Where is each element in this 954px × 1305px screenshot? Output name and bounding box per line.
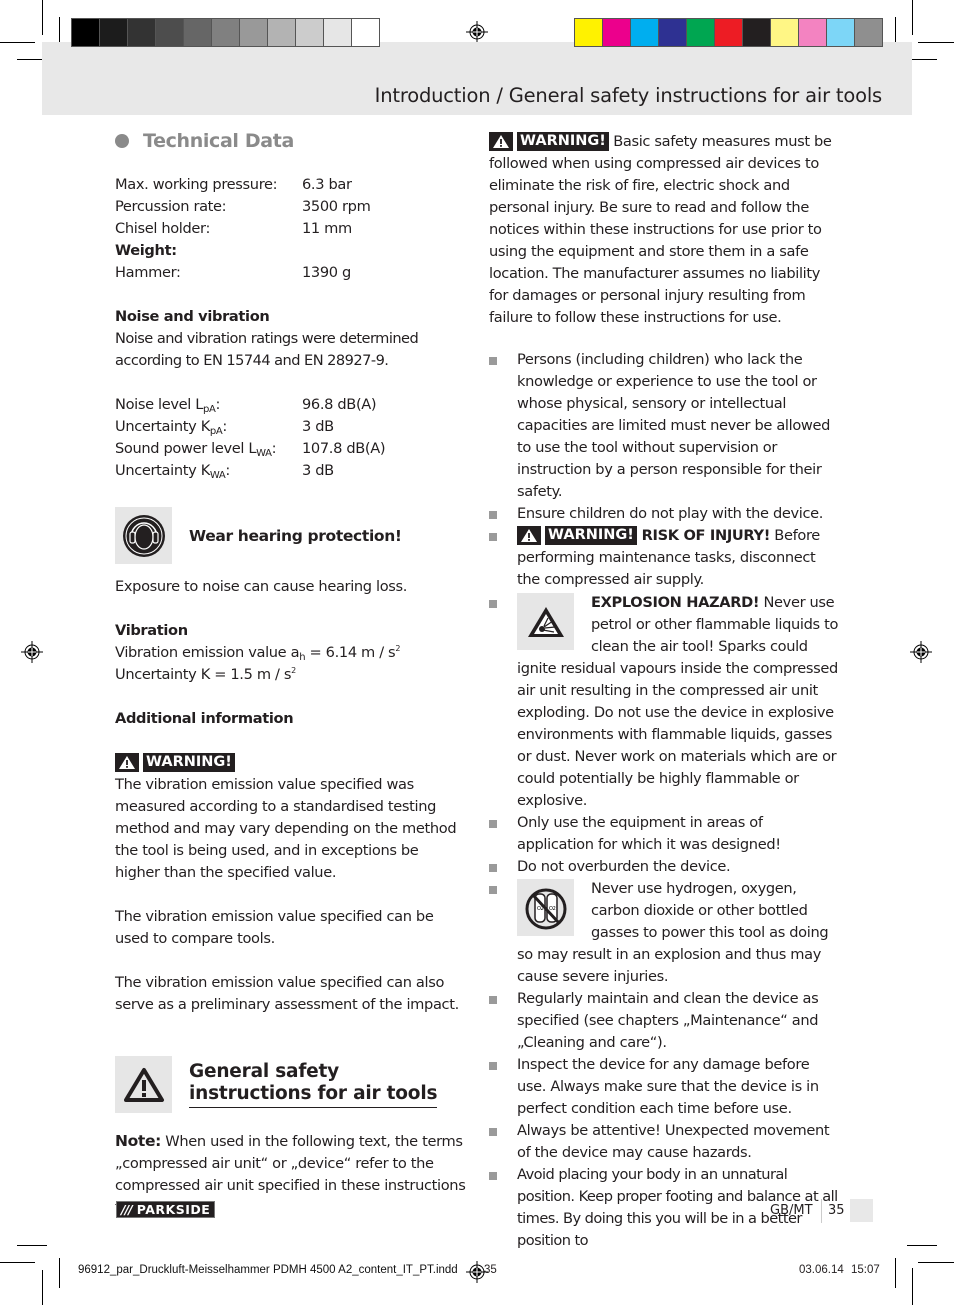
safety-bullet: Do not overburden the device. <box>489 856 841 878</box>
vibration-value: Vibration emission value ah = 6.14 m / s… <box>115 644 401 663</box>
explosion-hazard-icon <box>517 593 574 650</box>
color-swatch <box>128 19 155 46</box>
color-swatch <box>827 19 854 46</box>
color-swatch <box>687 19 714 46</box>
noise-row: Uncertainty KpA: 3 dB <box>115 418 334 437</box>
crop-mark <box>42 0 43 35</box>
safety-bullet: Only use the equipment in areas of appli… <box>489 812 841 856</box>
additional-paragraph: The vibration emission value specified w… <box>115 776 457 881</box>
color-swatch <box>631 19 658 46</box>
safety-bullet: EXPLOSION HAZARD! Never use petrol or ot… <box>489 592 841 812</box>
page-number: 35 <box>828 1203 845 1218</box>
crop-mark <box>918 42 954 43</box>
warning-badge: WARNING! <box>489 132 609 151</box>
warning-triangle-icon <box>115 1056 172 1113</box>
warning-paragraph: WARNING! Basic safety measures must be f… <box>489 132 832 326</box>
spec-row: Percussion rate: 3500 rpm <box>115 198 371 215</box>
warning-badge: WARNING! <box>517 526 637 545</box>
noise-heading: Noise and vibration <box>115 308 270 325</box>
color-swatch <box>156 19 183 46</box>
color-swatch <box>743 19 770 46</box>
slug-filename: 96912_par_Druckluft-Meisselhammer PDMH 4… <box>78 1264 458 1276</box>
safety-bullet: O2 O2 Never use hydrogen, oxygen, carbon … <box>489 878 841 988</box>
safety-bullet: Always be attentive! Unexpected movement… <box>489 1120 841 1164</box>
left-column: Technical Data Max. working pressure: 6.3… <box>115 128 467 1219</box>
general-safety-heading: General safety instructions for air tool… <box>115 1056 467 1113</box>
color-swatch <box>855 19 882 46</box>
bullet-dot-icon <box>115 134 129 148</box>
registration-mark-icon <box>910 641 932 663</box>
color-swatch <box>72 19 99 46</box>
additional-paragraph: The vibration emission value specified c… <box>115 908 434 947</box>
color-swatch <box>575 19 602 46</box>
weight-heading: Weight: <box>115 242 177 259</box>
crop-mark <box>912 0 913 35</box>
crop-mark <box>17 1245 47 1246</box>
footer-divider <box>821 1199 822 1223</box>
general-safety-title: General safety instructions for air tool… <box>189 1061 437 1108</box>
color-swatch <box>184 19 211 46</box>
noise-row: Noise level LpA: 96.8 dB(A) <box>115 396 377 415</box>
color-swatch <box>659 19 686 46</box>
noise-row: Sound power level LWA: 107.8 dB(A) <box>115 440 386 459</box>
safety-bullet: Persons (including children) who lack th… <box>489 349 841 503</box>
registration-mark-icon <box>466 21 488 43</box>
crop-mark <box>59 1258 60 1288</box>
grayscale-color-bar <box>71 18 380 47</box>
color-swatch <box>296 19 323 46</box>
vibration-uncertainty: Uncertainty K = 1.5 m / s2 <box>115 666 296 683</box>
right-column: WARNING! Basic safety measures must be f… <box>489 131 841 1252</box>
color-swatch <box>324 19 351 46</box>
spec-row: Max. working pressure: 6.3 bar <box>115 176 352 193</box>
color-swatch <box>212 19 239 46</box>
slug-date: 03.06.14 15:07 <box>799 1264 880 1276</box>
safety-bullet: WARNING! RISK OF INJURY! Before performi… <box>489 525 841 591</box>
warning-triangle-icon <box>115 753 139 772</box>
spec-row: Chisel holder: 11 mm <box>115 220 352 237</box>
warning-triangle-icon <box>489 132 513 151</box>
warning-triangle-icon <box>517 526 541 545</box>
technical-data-heading: Technical Data <box>115 128 467 154</box>
color-swatch <box>799 19 826 46</box>
process-color-bar <box>574 18 883 47</box>
slug-page: 35 <box>484 1264 497 1276</box>
crop-mark <box>895 1258 896 1288</box>
hearing-protection-notice: Wear hearing protection! <box>115 507 467 564</box>
hearing-protection-icon <box>115 507 172 564</box>
hearing-protection-label: Wear hearing protection! <box>189 526 402 545</box>
crop-mark <box>42 1270 43 1305</box>
color-swatch <box>603 19 630 46</box>
crop-mark <box>918 1262 954 1263</box>
color-swatch <box>268 19 295 46</box>
vibration-heading: Vibration <box>115 622 188 639</box>
crop-mark <box>0 42 35 43</box>
footer-tab-marker <box>850 1199 873 1222</box>
page-header-title: Introduction / General safety instructio… <box>374 84 883 107</box>
spec-row: Hammer: 1390 g <box>115 264 351 281</box>
registration-mark-icon <box>21 641 43 663</box>
additional-paragraph: The vibration emission value specified c… <box>115 974 459 1013</box>
additional-info-heading: Additional information <box>115 710 294 727</box>
color-swatch <box>715 19 742 46</box>
crop-mark <box>907 1245 937 1246</box>
hearing-text: Exposure to noise can cause hearing loss… <box>115 578 408 595</box>
noise-intro: Noise and vibration ratings were determi… <box>115 330 419 369</box>
safety-bullet: Ensure children do not play with the dev… <box>489 503 841 525</box>
parkside-logo: ///PARKSIDE <box>116 1201 215 1218</box>
safety-bullet: Regularly maintain and clean the device … <box>489 988 841 1054</box>
no-bottled-gas-icon: O2 O2 <box>517 879 574 936</box>
warning-badge: WARNING! <box>115 752 467 774</box>
color-swatch <box>352 19 379 46</box>
footer-language-code: GB/MT <box>770 1203 813 1218</box>
safety-bullet: Inspect the device for any damage before… <box>489 1054 841 1120</box>
color-swatch <box>240 19 267 46</box>
crop-mark <box>0 1262 35 1263</box>
color-swatch <box>771 19 798 46</box>
crop-mark <box>912 1268 913 1305</box>
noise-row: Uncertainty KWA: 3 dB <box>115 462 334 481</box>
color-swatch <box>100 19 127 46</box>
